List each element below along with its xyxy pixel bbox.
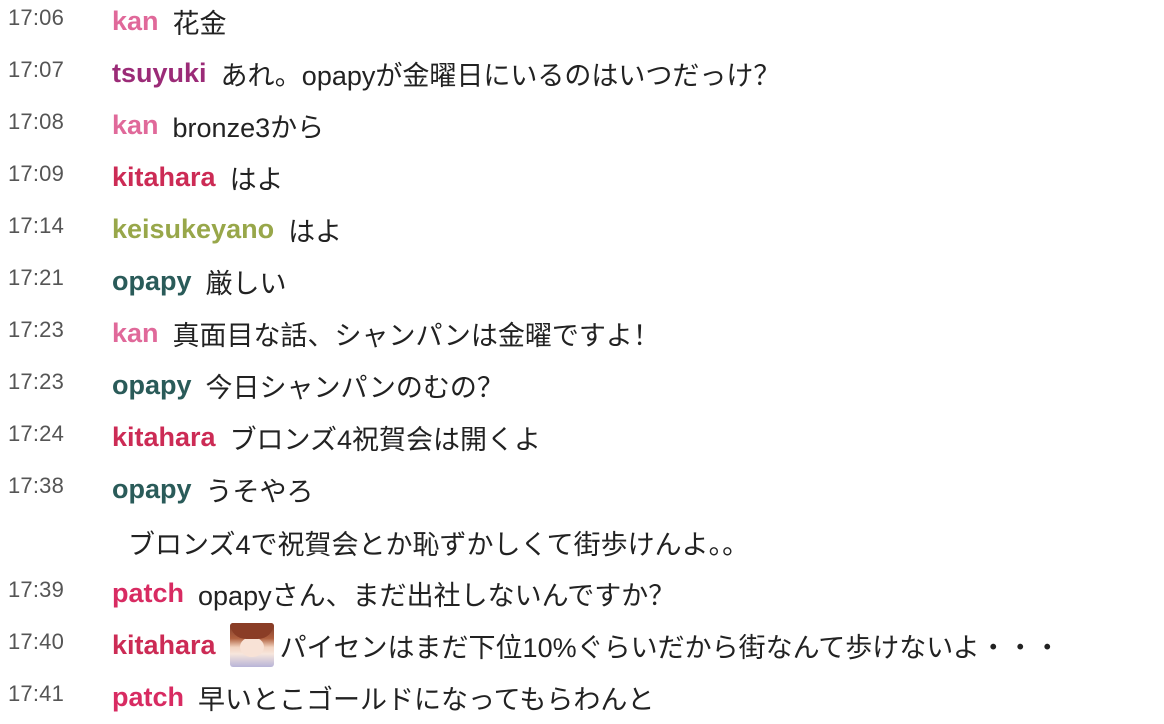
message-line: patch opapyさん、まだ出社しないんですか？ — [112, 573, 675, 613]
message-timestamp: 17:41 — [8, 681, 65, 706]
message-row: 17:38 opapy うそやろ — [0, 469, 1164, 509]
message-timestamp: 17:23 — [8, 317, 65, 342]
message-timestamp: 17:07 — [8, 57, 65, 82]
message-line: opapy 厳しい — [112, 261, 287, 301]
message-text: 早いとこゴールドになってもらわんと — [198, 684, 655, 715]
message-row: 17:23 opapy 今日シャンパンのむの？ — [0, 365, 1164, 405]
message-line: kitahara ブロンズ4祝賀会は開くよ — [112, 417, 541, 457]
message-line: ブロンズ4で祝賀会とか恥ずかしくて街歩けんよ。。 — [128, 522, 749, 562]
message-row: 17:07 tsuyuki あれ。opapyが金曜日にいるのはいつだっけ？ — [0, 53, 1164, 93]
username-link[interactable]: kan — [112, 6, 159, 37]
message-text: ブロンズ4祝賀会は開くよ — [229, 424, 542, 455]
username-link[interactable]: patch — [112, 682, 184, 713]
message-row: 17:08 kan bronze3から — [0, 105, 1164, 145]
username-link[interactable]: tsuyuki — [112, 58, 207, 89]
message-text: はよ — [288, 216, 343, 247]
message-timestamp: 17:14 — [8, 213, 65, 238]
message-row: 17:21 opapy 厳しい — [0, 261, 1164, 301]
message-line: keisukeyano はよ — [112, 209, 342, 249]
message-line: kan 真面目な話、シャンパンは金曜ですよ！ — [112, 313, 660, 353]
message-row: 17:40 kitahara パイセンはまだ下位10%ぐらいだから街なんて歩けな… — [0, 623, 1164, 667]
message-text: ブロンズ4で祝賀会とか恥ずかしくて街歩けんよ。。 — [128, 529, 750, 560]
message-row: 17:41 patch 早いとこゴールドになってもらわんと — [0, 677, 1164, 717]
message-row: 17:14 keisukeyano はよ — [0, 209, 1164, 249]
message-row: 17:06 kan 花金 — [0, 1, 1164, 41]
username-link[interactable]: kitahara — [112, 422, 216, 453]
message-line: tsuyuki あれ。opapyが金曜日にいるのはいつだっけ？ — [112, 53, 780, 93]
message-text: 今日シャンパンのむの？ — [205, 372, 504, 403]
username-link[interactable]: keisukeyano — [112, 214, 274, 245]
message-text: はよ — [229, 164, 284, 195]
message-row: 17:23 kan 真面目な話、シャンパンは金曜ですよ！ — [0, 313, 1164, 353]
message-line: opapy うそやろ — [112, 469, 314, 509]
message-text: opapyさん、まだ出社しないんですか？ — [198, 580, 676, 611]
username-link[interactable]: opapy — [112, 370, 192, 401]
message-timestamp: 17:38 — [8, 473, 65, 498]
message-text: パイセンはまだ下位10%ぐらいだから街なんて歩けないよ・・・ — [279, 632, 1061, 663]
message-timestamp: 17:40 — [8, 629, 65, 654]
message-row: 17:39 patch opapyさん、まだ出社しないんですか？ — [0, 573, 1164, 613]
message-timestamp: 17:09 — [8, 161, 65, 186]
message-text: 花金 — [172, 8, 227, 39]
message-text: あれ。opapyが金曜日にいるのはいつだっけ？ — [220, 60, 781, 91]
message-timestamp: 17:08 — [8, 109, 65, 134]
chat-log: 17:06 kan 花金 17:07 tsuyuki あれ。opapyが金曜日に… — [0, 0, 1164, 724]
message-line: kitahara はよ — [112, 157, 284, 197]
message-timestamp: 17:21 — [8, 265, 65, 290]
message-line: patch 早いとこゴールドになってもらわんと — [112, 677, 654, 717]
username-link[interactable]: patch — [112, 578, 184, 609]
message-text: うそやろ — [205, 476, 314, 507]
inline-avatar-icon — [229, 623, 274, 667]
message-continuation-row: ブロンズ4で祝賀会とか恥ずかしくて街歩けんよ。。 — [0, 522, 1164, 562]
message-row: 17:09 kitahara はよ — [0, 157, 1164, 197]
message-line: opapy 今日シャンパンのむの？ — [112, 365, 504, 405]
username-link[interactable]: kitahara — [112, 630, 216, 661]
message-timestamp: 17:24 — [8, 421, 65, 446]
message-timestamp: 17:39 — [8, 577, 65, 602]
message-timestamp: 17:23 — [8, 369, 65, 394]
username-link[interactable]: kitahara — [112, 162, 216, 193]
message-row: 17:24 kitahara ブロンズ4祝賀会は開くよ — [0, 417, 1164, 457]
username-link[interactable]: opapy — [112, 474, 192, 505]
message-text: bronze3から — [172, 112, 325, 143]
message-timestamp: 17:06 — [8, 5, 65, 30]
username-link[interactable]: opapy — [112, 266, 192, 297]
message-text: 真面目な話、シャンパンは金曜ですよ！ — [172, 320, 660, 351]
message-line: kan 花金 — [112, 1, 227, 41]
message-line: kan bronze3から — [112, 105, 324, 145]
message-text: 厳しい — [205, 268, 287, 299]
username-link[interactable]: kan — [112, 110, 159, 141]
username-link[interactable]: kan — [112, 318, 159, 349]
message-line: kitahara パイセンはまだ下位10%ぐらいだから街なんて歩けないよ・・・ — [112, 623, 1061, 667]
